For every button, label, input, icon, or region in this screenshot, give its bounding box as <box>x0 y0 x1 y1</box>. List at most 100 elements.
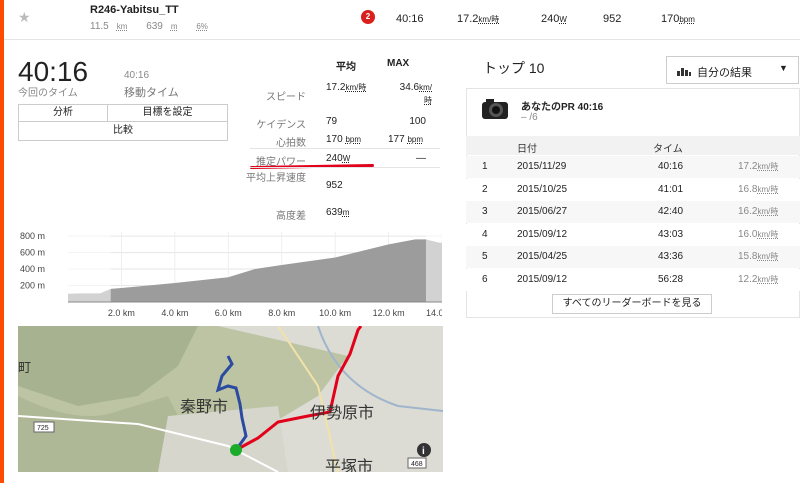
stat-max-speed: 34.6km/時 <box>399 82 432 105</box>
segment-grade: 6% <box>196 22 208 31</box>
compare-button[interactable]: 比較 <box>18 121 228 141</box>
elevation-chart[interactable]: 800 m 600 m 400 m 200 m 2.0 km 4.0 km 6.0 km 8.… <box>18 228 458 320</box>
stats-divider <box>250 148 440 149</box>
x-tick-label: 4.0 km <box>161 308 188 318</box>
outside-segment-shade <box>425 232 442 302</box>
stat-avg-elev: 639m <box>326 207 350 218</box>
row-speed: 17.2km/時 <box>738 161 779 172</box>
leaderboard-row[interactable]: 3 2015/06/27 42:40 16.2km/時 <box>466 201 800 223</box>
row-rank: 2 <box>482 183 488 195</box>
row-speed: 12.2km/時 <box>738 273 779 285</box>
camera-icon <box>482 98 508 125</box>
segment-power: 240W <box>541 13 567 25</box>
elevation-chart-svg: 800 m 600 m 400 m 200 m 2.0 km 4.0 km 6.0 km 8.… <box>20 231 458 318</box>
elevation-area <box>68 239 442 302</box>
stat-avg-speed: 17.2km/時 <box>326 82 367 93</box>
col-time: タイム <box>653 144 683 155</box>
y-tick-label: 400 m <box>20 264 45 274</box>
x-tick-label: 2.0 km <box>108 308 135 318</box>
road-shield-468: 468 <box>411 461 423 468</box>
segment-map[interactable]: 秦野市 伊勢原市 平塚市 町 725 468 i <box>18 326 443 472</box>
set-goal-button[interactable]: 目標を設定 <box>107 104 228 122</box>
map-label-town: 町 <box>18 360 31 375</box>
moving-label: 移動タイム <box>124 87 179 99</box>
row-rank: 6 <box>482 273 488 285</box>
stat-avg-cadence: 79 <box>326 116 338 127</box>
stat-max-power: — <box>416 153 426 164</box>
y-tick-label: 200 m <box>20 281 45 291</box>
stat-label-speed: スピード <box>266 92 306 103</box>
pr-label: あなたのPR 40:16 <box>521 102 604 113</box>
row-date: 2015/09/12 <box>517 273 568 285</box>
stat-avg-vam: 952 <box>326 180 343 191</box>
row-time: 56:28 <box>658 273 684 285</box>
pr-rank: – /6 <box>521 112 538 123</box>
row-date: 2015/09/12 <box>517 228 568 240</box>
segment-distance: 11.5 <box>90 21 109 32</box>
segment-time: 40:16 <box>396 13 424 25</box>
row-time: 42:40 <box>658 206 684 217</box>
view-all-leaderboards-button[interactable]: すべてのリーダーボードを見る <box>552 294 712 314</box>
chevron-down-icon: ▼ <box>779 63 788 73</box>
row-time: 40:16 <box>658 161 684 172</box>
rank-badge: 2 <box>361 10 375 24</box>
row-speed: 16.8km/時 <box>738 183 779 195</box>
row-speed: 16.2km/時 <box>738 206 779 217</box>
segment-hr: 170bpm <box>661 13 695 25</box>
outside-segment-shade <box>68 232 111 302</box>
segment-climb: 952 <box>603 13 622 25</box>
map-label-hiratsuka: 平塚市 <box>325 458 373 472</box>
y-tick-label: 800 m <box>20 231 45 241</box>
stat-max-hr: 177 bpm <box>388 134 424 145</box>
map-label-isehara: 伊勢原市 <box>310 404 374 422</box>
row-time: 43:36 <box>658 251 684 262</box>
col-date: 日付 <box>517 144 537 155</box>
row-date: 2015/11/29 <box>517 161 567 172</box>
max-header: MAX <box>387 58 410 69</box>
road-shield-725: 725 <box>37 425 49 432</box>
row-speed: 15.8km/時 <box>738 251 779 262</box>
row-date: 2015/04/25 <box>517 251 568 262</box>
moving-time: 40:16 <box>124 70 150 81</box>
row-time: 43:03 <box>658 228 684 240</box>
segment-elevation: 639 <box>146 21 163 32</box>
leaderboard-row[interactable]: 5 2015/04/25 43:36 15.8km/時 <box>466 246 800 268</box>
map-svg: 秦野市 伊勢原市 平塚市 町 725 468 i <box>18 326 443 472</box>
my-results-dropdown[interactable]: 自分の結果 ▼ <box>666 56 799 84</box>
leaderboard-row[interactable]: 1 2015/11/29 40:16 17.2km/時 <box>466 156 800 178</box>
segment-name[interactable]: R246-Yabitsu_TT <box>90 4 179 16</box>
row-rank: 1 <box>482 161 488 172</box>
avg-header: 平均 <box>336 62 356 73</box>
row-rank: 3 <box>482 206 488 217</box>
elevation-unit: m <box>170 22 178 31</box>
map-label-hadano: 秦野市 <box>180 398 228 416</box>
leaderboard-row[interactable]: 4 2015/09/12 43:03 16.0km/時 <box>466 223 800 246</box>
analysis-button[interactable]: 分析 <box>18 104 108 122</box>
stat-label-vam: 平均上昇速度 <box>246 173 306 184</box>
x-tick-label: 14.0 km <box>426 308 442 318</box>
stat-max-cadence: 100 <box>409 116 426 127</box>
stat-label-cadence: ケイデンス <box>256 120 306 131</box>
y-tick-label: 600 m <box>20 248 45 258</box>
leaderboard-row[interactable]: 2 2015/10/25 41:01 16.8km/時 <box>466 178 800 201</box>
x-tick-label: 12.0 km <box>373 308 405 318</box>
my-results-label: 自分の結果 <box>697 67 752 79</box>
stats-divider <box>250 167 440 168</box>
info-icon-glyph: i <box>422 446 425 457</box>
stat-label-hr: 心拍数 <box>276 138 306 149</box>
distance-unit: km <box>116 22 128 31</box>
activity-accent-bar <box>0 0 4 483</box>
x-tick-label: 6.0 km <box>215 308 242 318</box>
segment-meta: 11.5 km 639 m 6% <box>90 21 216 32</box>
leaderboard-row[interactable]: 6 2015/09/12 56:28 12.2km/時 <box>466 268 800 291</box>
bar-chart-icon <box>677 66 691 79</box>
x-tick-label: 10.0 km <box>319 308 351 318</box>
star-icon[interactable]: ★ <box>18 9 31 26</box>
start-marker[interactable] <box>230 444 242 456</box>
stat-label-elev: 高度差 <box>276 211 306 222</box>
x-tick-label: 8.0 km <box>268 308 295 318</box>
pr-row: あなたのPR 40:16 – /6 <box>466 88 800 136</box>
leaderboard-header: 日付 タイム <box>466 136 800 155</box>
row-time: 41:01 <box>658 183 684 195</box>
stat-avg-power: 240W <box>326 153 351 164</box>
